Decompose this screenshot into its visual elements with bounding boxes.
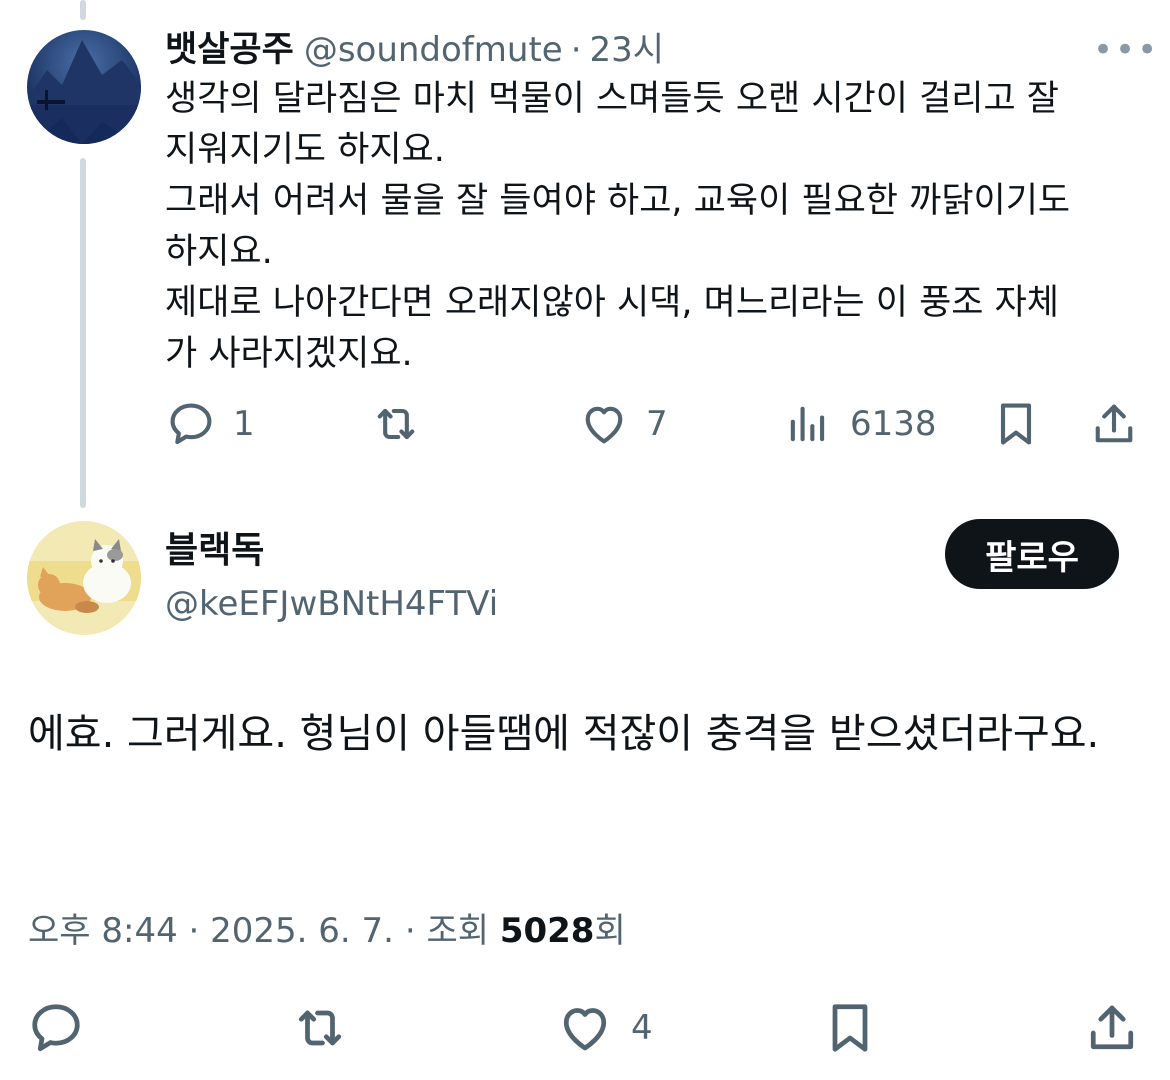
cats-avatar-image bbox=[27, 521, 141, 635]
views-button[interactable]: 6138 bbox=[782, 398, 937, 450]
bookmark-button[interactable] bbox=[990, 398, 1042, 450]
reply-icon bbox=[170, 403, 212, 445]
tweet-like-button[interactable]: 4 bbox=[555, 998, 653, 1058]
tweet-meta: 오후 8:44 · 2025. 6. 7. · 조회 5028회 bbox=[28, 906, 626, 956]
tweet-like-count: 4 bbox=[631, 1008, 653, 1048]
like-button[interactable]: 7 bbox=[578, 398, 668, 450]
tweet-action-bar: 4 bbox=[0, 998, 1170, 1058]
parent-handle[interactable]: @soundofmute bbox=[304, 30, 563, 70]
repost-button[interactable] bbox=[370, 398, 438, 450]
parent-time[interactable]: 23시 bbox=[590, 30, 665, 70]
more-options-icon[interactable]: ••• bbox=[1093, 30, 1159, 70]
share-icon bbox=[1090, 1005, 1134, 1050]
views-suffix: 회 bbox=[594, 911, 626, 951]
tweet-handle[interactable]: @keEFJwBNtH4FTVi bbox=[165, 582, 498, 626]
parent-action-bar: 1 7 6138 bbox=[0, 398, 1170, 452]
repost-icon bbox=[298, 1010, 342, 1046]
tweet-reply-button[interactable] bbox=[26, 998, 102, 1058]
landscape-avatar-image bbox=[27, 30, 141, 144]
tweet-date[interactable]: 2025. 6. 7. bbox=[210, 911, 394, 951]
tweet-repost-button[interactable] bbox=[290, 998, 366, 1058]
views-label: 조회 bbox=[426, 911, 489, 951]
bookmark-icon bbox=[1000, 403, 1032, 445]
parent-header: 뱃살공주 @soundofmute · 23시 bbox=[165, 28, 664, 72]
tweet-display-name[interactable]: 블랙독 bbox=[165, 529, 264, 573]
separator-dot: · bbox=[570, 30, 582, 70]
reply-count: 1 bbox=[233, 404, 255, 444]
thread-line bbox=[80, 158, 86, 508]
parent-tweet-text: 생각의 달라짐은 마치 먹물이 스며들듯 오랜 시간이 걸리고 잘 지워지기도 … bbox=[165, 79, 1071, 374]
separator-dot: · bbox=[188, 911, 211, 951]
tweet-bookmark-button[interactable] bbox=[820, 998, 880, 1058]
tweet-text: 에효. 그러게요. 형님이 아들땜에 적잖이 충격을 받으셨더라구요. bbox=[28, 711, 1100, 757]
separator-dot: · bbox=[404, 911, 427, 951]
reply-button[interactable]: 1 bbox=[165, 398, 255, 450]
repost-icon bbox=[377, 408, 415, 440]
tweet-avatar[interactable] bbox=[27, 521, 141, 635]
tweet-share-button[interactable] bbox=[1082, 998, 1142, 1058]
heart-icon bbox=[563, 1008, 607, 1051]
heart-icon bbox=[585, 406, 623, 444]
parent-avatar[interactable] bbox=[27, 30, 141, 144]
follow-button[interactable]: 팔로우 bbox=[945, 519, 1119, 589]
views-count: 6138 bbox=[850, 404, 937, 444]
parent-display-name[interactable]: 뱃살공주 bbox=[165, 30, 294, 70]
reply-icon bbox=[32, 1004, 80, 1052]
like-count: 7 bbox=[646, 404, 668, 444]
share-button[interactable] bbox=[1088, 398, 1140, 450]
bookmark-icon bbox=[832, 1004, 868, 1052]
tweet-time[interactable]: 오후 8:44 bbox=[28, 911, 178, 951]
views-icon bbox=[790, 406, 825, 442]
thread-line-top bbox=[80, 0, 86, 20]
share-icon bbox=[1095, 404, 1133, 443]
tweet-views-count: 5028 bbox=[499, 911, 595, 951]
